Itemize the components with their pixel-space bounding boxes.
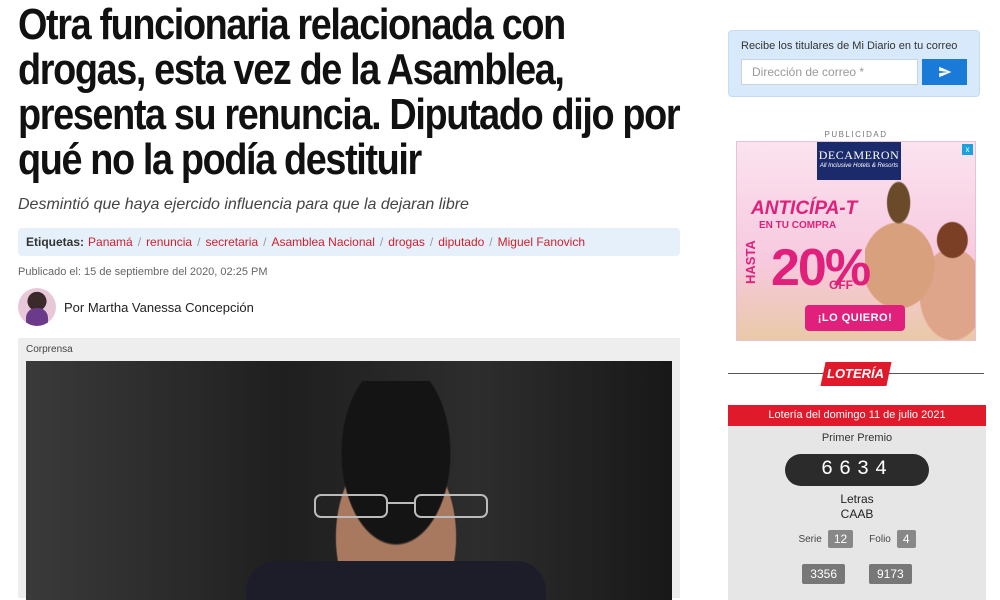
newsletter-box: Recibe los titulares de Mi Diario en tu … (728, 30, 980, 97)
ad-brand-name: DECAMERON (818, 148, 900, 162)
letras-block: Letras CAAB (728, 492, 986, 522)
other-prizes-row: 3356 9173 (728, 564, 986, 584)
photo-credit: Corprensa (26, 344, 73, 355)
tag-separator: / (263, 235, 267, 249)
tags-label: Etiquetas: (26, 235, 85, 249)
ad-subhead: EN TU COMPRA (759, 220, 837, 231)
serie-value: 12 (827, 530, 854, 548)
ad-label: PUBLICIDAD (824, 130, 888, 139)
article-headline: Otra funcionaria relacionada con drogas,… (18, 0, 681, 184)
author-byline: Por Martha Vanessa Concepción (18, 288, 680, 326)
ad-off: OFF (829, 278, 853, 292)
ad-banner[interactable]: DECAMERON All Inclusive Hotels & Resorts… (736, 141, 976, 341)
photo-container: Corprensa (18, 338, 680, 600)
newsletter-form (741, 59, 967, 85)
photo-suit (246, 561, 546, 600)
tags-bar: Etiquetas: Panamá / renuncia / secretari… (18, 228, 680, 256)
tag-link[interactable]: Asamblea Nacional (271, 235, 374, 249)
letras-value: CAAB (840, 507, 874, 521)
lottery-widget: Lotería del domingo 11 de julio 2021 Pri… (728, 405, 986, 600)
folio-label: Folio (869, 533, 891, 545)
ad-brand-tagline: All Inclusive Hotels & Resorts (819, 163, 899, 169)
tag-link[interactable]: secretaria (205, 235, 258, 249)
second-prize-number: 3356 (802, 564, 845, 584)
email-input[interactable] (741, 59, 918, 85)
folio-value: 4 (896, 530, 916, 548)
article-subtitle: Desmintió que haya ejercido influencia p… (18, 196, 469, 213)
tag-separator: / (429, 235, 434, 249)
ad-hasta: HASTA (743, 240, 758, 284)
serie-folio-row: Serie 12 Folio 4 (728, 530, 986, 548)
ad-close-icon[interactable]: x (962, 144, 973, 155)
tag-link[interactable]: drogas (388, 235, 425, 249)
lottery-badge-label: LOTERÍA (827, 366, 885, 381)
published-date: Publicado el: 15 de septiembre del 2020,… (18, 266, 268, 278)
first-prize-number: 6634 (785, 454, 929, 486)
photo-glasses-shape (314, 494, 488, 518)
first-prize-wrap: 6634 (728, 454, 986, 486)
tag-separator: / (137, 235, 142, 249)
letras-label: Letras (840, 492, 874, 506)
lottery-badge[interactable]: LOTERÍA (820, 362, 892, 386)
ad-cta-button[interactable]: ¡LO QUIERO! (805, 305, 905, 331)
tag-separator: / (489, 235, 493, 249)
tag-link[interactable]: renuncia (146, 235, 192, 249)
newsletter-submit-button[interactable] (922, 59, 967, 85)
tag-link[interactable]: Panamá (88, 235, 133, 249)
tag-link[interactable]: diputado (438, 235, 484, 249)
author-avatar[interactable] (18, 288, 56, 326)
author-name[interactable]: Por Martha Vanessa Concepción (64, 300, 254, 315)
tag-separator: / (197, 235, 201, 249)
first-prize-label: Primer Premio (821, 432, 893, 444)
third-prize-number: 9173 (869, 564, 912, 584)
article-photo (26, 361, 672, 600)
ad-discount: 20% (771, 239, 871, 297)
lottery-header: Lotería del domingo 11 de julio 2021 (728, 405, 986, 426)
send-icon (938, 66, 951, 78)
article-column: Otra funcionaria relacionada con drogas,… (18, 0, 681, 600)
tag-separator: / (379, 235, 384, 249)
ad-headline: ANTICÍPA-T (751, 198, 858, 219)
serie-label: Serie (798, 533, 822, 545)
newsletter-title: Recibe los titulares de Mi Diario en tu … (741, 40, 958, 52)
tag-link[interactable]: Miguel Fanovich (498, 235, 585, 249)
